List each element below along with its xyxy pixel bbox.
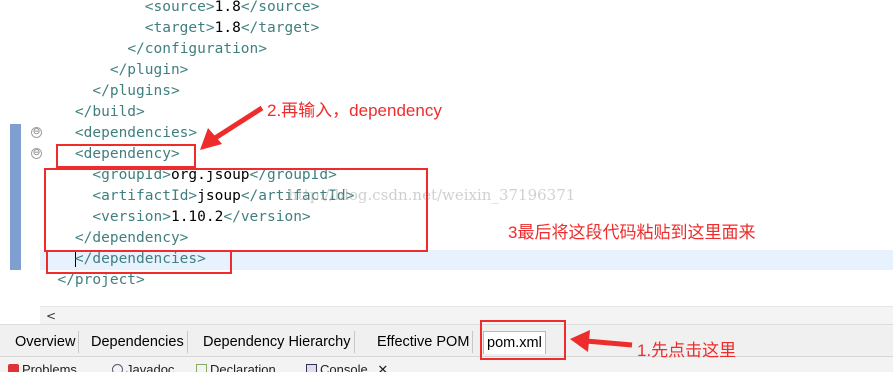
xml-close-tag: </plugin> — [109, 62, 189, 78]
tab-overview[interactable]: Overview — [12, 331, 80, 353]
code-line[interactable]: </configuration> — [40, 39, 267, 60]
code-line[interactable]: </build> — [40, 102, 145, 123]
highlight-dependency-block — [44, 168, 428, 252]
tab-dependencies[interactable]: Dependencies — [88, 331, 188, 353]
code-line[interactable]: </plugins> — [40, 81, 180, 102]
xml-close-tag: </build> — [74, 104, 145, 120]
annotation-step2: 2.再输入，dependency — [267, 101, 442, 120]
tab-effective-pom[interactable]: Effective POM — [374, 331, 474, 353]
xml-close-tag: </project> — [57, 272, 145, 288]
views-tab-strip: Problems Javadoc Declaration Console ✕ — [0, 356, 893, 372]
tab-dependency-hierarchy[interactable]: Dependency Hierarchy — [200, 331, 355, 353]
highlight-dependency-tag — [56, 144, 196, 168]
highlight-dependencies-close — [46, 250, 232, 274]
annotation-step1: 1.先点击这里 — [637, 341, 737, 360]
code-line[interactable]: <target>1.8</target> — [40, 18, 320, 39]
xml-close-tag: </source> — [240, 0, 320, 15]
code-line[interactable]: <dependencies> — [40, 123, 197, 144]
code-line[interactable]: <source>1.8</source> — [40, 0, 320, 18]
xml-open-tag: <dependencies> — [74, 125, 198, 141]
scroll-left-icon[interactable]: < — [46, 308, 56, 324]
xml-open-tag: <source> — [144, 0, 215, 15]
xml-text-value: 1.8 — [214, 0, 241, 15]
change-marker-bar — [10, 124, 21, 270]
highlight-pom-tab — [480, 320, 566, 360]
editor-page-tabs: Overview Dependencies Dependency Hierarc… — [0, 324, 893, 357]
xml-close-tag: </target> — [240, 20, 320, 36]
code-line[interactable]: </plugin> — [40, 60, 189, 81]
horizontal-scrollbar[interactable]: < — [40, 306, 893, 325]
xml-close-tag: </plugins> — [92, 83, 180, 99]
xml-close-tag: </configuration> — [127, 41, 267, 57]
annotation-step3: 3最后将这段代码粘贴到这里面来 — [508, 223, 756, 242]
xml-open-tag: <target> — [144, 20, 215, 36]
xml-text-value: 1.8 — [214, 20, 241, 36]
